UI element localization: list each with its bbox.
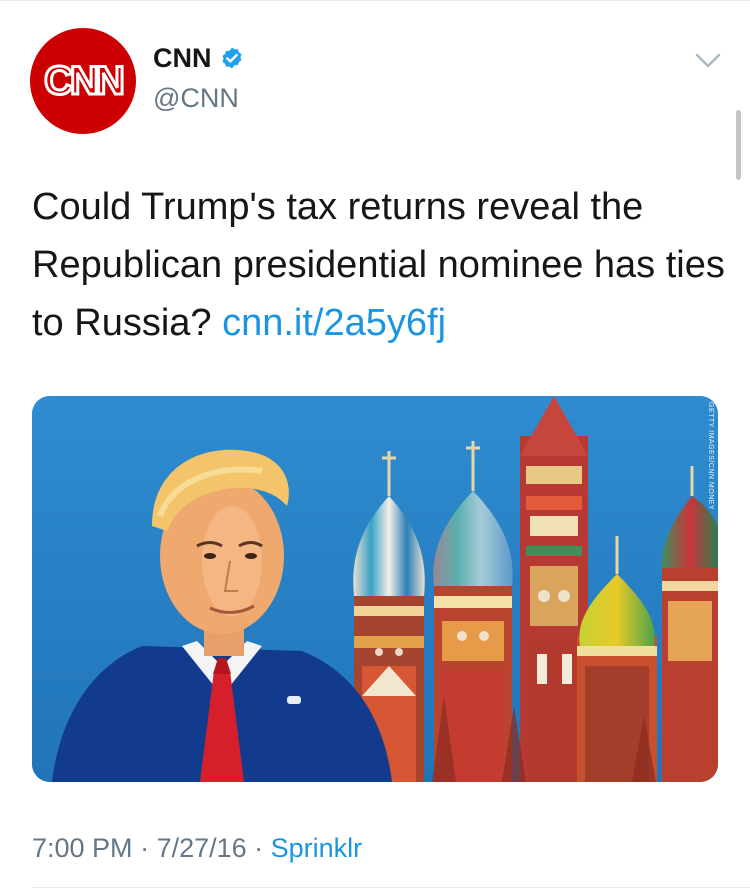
tweet-text: Could Trump's tax returns reveal the Rep…: [32, 178, 732, 352]
tweet-source-link[interactable]: Sprinklr: [271, 833, 363, 863]
chevron-down-icon[interactable]: [692, 48, 724, 72]
tweet-link[interactable]: cnn.it/2a5y6fj: [222, 302, 446, 344]
cnn-logo-icon: CNN: [43, 58, 128, 105]
tweet-media-image[interactable]: GETTY IMAGES/CNN MONEY: [32, 396, 718, 782]
author-handle[interactable]: @CNN: [153, 80, 239, 116]
avatar-logo-text: CNN: [44, 59, 123, 103]
image-credit: GETTY IMAGES/CNN MONEY: [707, 402, 714, 511]
tweet-metadata: 7:00 PM · 7/27/16 · Sprinklr: [32, 830, 362, 866]
author-display-name[interactable]: CNN: [153, 40, 212, 76]
scrollbar[interactable]: [736, 110, 741, 180]
verified-badge-icon: [222, 47, 241, 69]
trump-kremlin-illustration: [32, 396, 718, 782]
author-name-row[interactable]: CNN: [153, 40, 244, 76]
tweet-date[interactable]: 7/27/16: [157, 833, 247, 863]
avatar[interactable]: CNN: [30, 28, 136, 134]
top-divider: [0, 0, 750, 1]
meta-separator-1: ·: [132, 833, 157, 863]
meta-separator-2: ·: [246, 833, 271, 863]
tweet-time[interactable]: 7:00 PM: [32, 833, 133, 863]
bottom-divider: [32, 887, 750, 888]
